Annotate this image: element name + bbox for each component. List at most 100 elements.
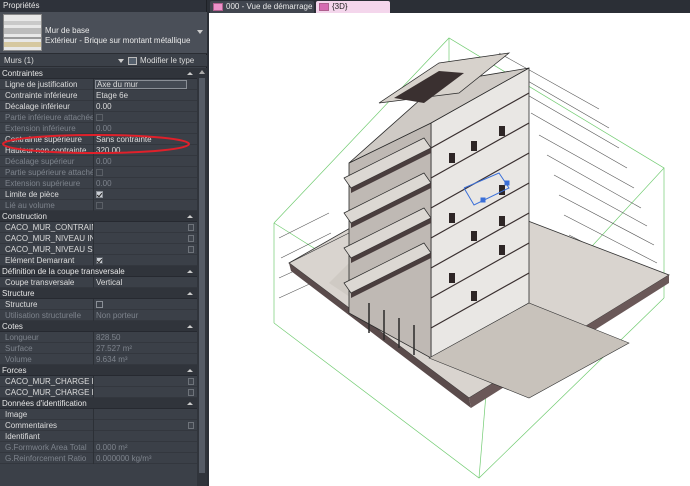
- prop-edit-button[interactable]: [188, 378, 194, 385]
- prop-value[interactable]: Etage 6e: [96, 90, 128, 101]
- prop-value: 0.00: [96, 179, 112, 188]
- prop-label: Limite de pièce: [5, 190, 59, 199]
- prop-formwork-area: G.Formwork Area Total 0.000 m²: [0, 442, 197, 453]
- section-structure[interactable]: Structure: [0, 288, 197, 299]
- prop-checkbox[interactable]: [96, 257, 103, 264]
- prop-label: Image: [5, 410, 28, 419]
- chevron-down-icon[interactable]: [118, 59, 124, 63]
- section-forces[interactable]: Forces: [0, 365, 197, 376]
- prop-label: G.Formwork Area Total: [5, 443, 87, 452]
- section-construction[interactable]: Construction: [0, 211, 197, 222]
- prop-label: CACO_MUR_CHARGE D'EX...: [5, 377, 93, 386]
- prop-label: Longueur: [5, 333, 39, 342]
- prop-label: CACO_MUR_CHARGE PER...: [5, 388, 93, 397]
- prop-caco-niveau-sup[interactable]: CACO_MUR_NIVEAU SUPE...: [0, 244, 197, 255]
- prop-commentaires[interactable]: Commentaires: [0, 420, 197, 431]
- tab-3d[interactable]: {3D}: [316, 1, 390, 13]
- prop-checkbox: [96, 169, 103, 176]
- section-label: Structure: [2, 289, 35, 298]
- selection-filter[interactable]: Murs (1): [4, 56, 34, 65]
- section-label: Définition de la coupe transversale: [2, 267, 125, 276]
- prop-edit-button[interactable]: [188, 224, 194, 231]
- prop-checkbox: [96, 202, 103, 209]
- prop-contrainte-inferieure[interactable]: Contrainte inférieure Etage 6e: [0, 90, 197, 101]
- prop-lie-volume: Lié au volume: [0, 200, 197, 211]
- prop-value-dropdown[interactable]: Axe du mur: [95, 80, 187, 89]
- prop-label: Décalage supérieur: [5, 157, 75, 166]
- section-cotes[interactable]: Cotes: [0, 321, 197, 332]
- section-label: Contraintes: [2, 69, 43, 78]
- prop-limite-piece[interactable]: Limite de pièce: [0, 189, 197, 200]
- prop-checkbox[interactable]: [96, 191, 103, 198]
- prop-coupe-transversale[interactable]: Coupe transversale Vertical: [0, 277, 197, 288]
- prop-structure[interactable]: Structure: [0, 299, 197, 310]
- panel-title: Propriétés: [0, 0, 206, 12]
- chevron-down-icon[interactable]: [197, 30, 203, 34]
- prop-decalage-inferieur[interactable]: Décalage inférieur 0.00: [0, 101, 197, 112]
- section-label: Construction: [2, 212, 47, 221]
- prop-edit-button[interactable]: [188, 422, 194, 429]
- type-family-name: Mur de base: [45, 26, 90, 35]
- prop-value: 828.50: [96, 333, 121, 342]
- prop-surface: Surface 27.527 m²: [0, 343, 197, 354]
- collapse-icon[interactable]: [187, 270, 193, 273]
- prop-element-demarrant[interactable]: Elément Demarrant: [0, 255, 197, 266]
- prop-ligne-justification[interactable]: Ligne de justification Axe du mur: [0, 79, 197, 90]
- building-3d-model[interactable]: [209, 13, 690, 486]
- collapse-icon[interactable]: [187, 325, 193, 328]
- edit-type-icon[interactable]: [128, 57, 137, 65]
- section-coupe[interactable]: Définition de la coupe transversale: [0, 266, 197, 277]
- prop-label: Partie supérieure attachée: [5, 168, 93, 177]
- prop-label: CACO_MUR_NIVEAU INFE...: [5, 234, 93, 243]
- revit-window: Propriétés Mur de base Extérieur - Briqu…: [0, 0, 690, 486]
- prop-image[interactable]: Image: [0, 409, 197, 420]
- collapse-icon[interactable]: [187, 292, 193, 295]
- prop-label: CACO_MUR_NIVEAU SUPE...: [5, 245, 93, 254]
- collapse-icon[interactable]: [187, 402, 193, 405]
- 3d-viewport[interactable]: [209, 13, 690, 486]
- edit-type-button[interactable]: Modifier le type: [140, 56, 194, 65]
- prop-value: 0.00: [96, 157, 112, 166]
- prop-longueur: Longueur 828.50: [0, 332, 197, 343]
- properties-scrollbar[interactable]: [197, 68, 207, 486]
- prop-label: G.Reinforcement Ratio: [5, 454, 87, 463]
- prop-value: 0.000 m²: [96, 443, 128, 452]
- prop-value: 27.527 m²: [96, 344, 133, 353]
- collapse-icon[interactable]: [187, 369, 193, 372]
- prop-label: CACO_MUR_CONTRAINTE ...: [5, 223, 93, 232]
- prop-value[interactable]: 0.00: [96, 101, 112, 112]
- 3d-view-icon: [319, 3, 329, 11]
- prop-checkbox[interactable]: [96, 301, 103, 308]
- prop-charge-exploitation[interactable]: CACO_MUR_CHARGE D'EX...: [0, 376, 197, 387]
- prop-decalage-superieur: Décalage supérieur 0.00: [0, 156, 197, 167]
- tab-vue-demarrage[interactable]: 000 - Vue de démarrage: [210, 1, 314, 13]
- scroll-up-icon[interactable]: [199, 70, 205, 74]
- prop-reinforcement-ratio: G.Reinforcement Ratio 0.000000 kg/m³: [0, 453, 197, 464]
- prop-identifiant[interactable]: Identifiant: [0, 431, 197, 442]
- tab-label: {3D}: [332, 2, 348, 11]
- section-identification[interactable]: Données d'identification: [0, 398, 197, 409]
- highlight-ellipse: [2, 134, 190, 154]
- collapse-icon[interactable]: [187, 215, 193, 218]
- prop-value[interactable]: Vertical: [96, 277, 122, 288]
- collapse-icon[interactable]: [187, 72, 193, 75]
- type-selector[interactable]: Mur de base Extérieur - Brique sur monta…: [0, 12, 207, 54]
- prop-caco-contrainte[interactable]: CACO_MUR_CONTRAINTE ...: [0, 222, 197, 233]
- prop-label: Volume: [5, 355, 32, 364]
- section-label: Forces: [2, 366, 27, 375]
- view-tabs: 000 - Vue de démarrage {3D}: [207, 0, 690, 13]
- prop-charge-permanente[interactable]: CACO_MUR_CHARGE PER...: [0, 387, 197, 398]
- section-contraintes[interactable]: Contraintes: [0, 68, 197, 79]
- prop-label: Commentaires: [5, 421, 58, 430]
- prop-label: Identifiant: [5, 432, 40, 441]
- prop-label: Partie inférieure attachée: [5, 113, 93, 122]
- prop-value: 0.000000 kg/m³: [96, 454, 152, 463]
- prop-caco-niveau-inf[interactable]: CACO_MUR_NIVEAU INFE...: [0, 233, 197, 244]
- prop-edit-button[interactable]: [188, 235, 194, 242]
- type-name: Extérieur - Brique sur montant métalliqu…: [45, 36, 191, 45]
- prop-edit-button[interactable]: [188, 246, 194, 253]
- tab-label: 000 - Vue de démarrage: [226, 2, 313, 11]
- prop-edit-button[interactable]: [188, 389, 194, 396]
- scrollbar-thumb[interactable]: [199, 78, 205, 473]
- prop-label: Structure: [5, 300, 38, 309]
